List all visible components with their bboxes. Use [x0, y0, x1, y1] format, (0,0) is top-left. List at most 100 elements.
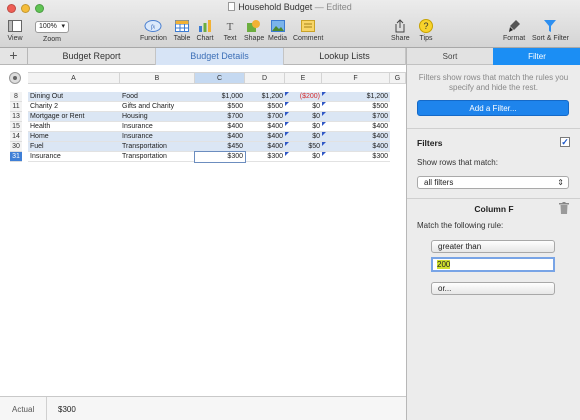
table-cell-b[interactable]: Insurance — [120, 122, 195, 132]
row-number[interactable]: 8 — [10, 92, 22, 102]
chart-label: Chart — [196, 35, 214, 42]
table-cell-b[interactable]: Housing — [120, 112, 195, 122]
table-cell-d[interactable]: $400 — [245, 122, 285, 132]
table-cell-a[interactable]: Mortgage or Rent — [28, 112, 120, 122]
table-row[interactable]: Insurance Transportation $300 $300 $0 $300 — [28, 151, 390, 163]
column-header-f[interactable]: F — [322, 72, 390, 84]
column-header-e[interactable]: E — [285, 72, 322, 84]
table-row[interactable]: Fuel Transportation $450 $400 $50 $400 — [28, 142, 390, 152]
cell-flag-icon — [285, 102, 289, 106]
tab-sort[interactable]: Sort — [407, 48, 493, 65]
chart-button[interactable]: Chart — [196, 18, 214, 42]
table-cell-e[interactable]: $0 — [285, 152, 322, 162]
table-cell-b[interactable]: Transportation — [120, 152, 195, 162]
table-cell-f[interactable]: $500 — [322, 102, 390, 112]
table-cell-f[interactable]: $700 — [322, 112, 390, 122]
tab-lookup-lists[interactable]: Lookup Lists — [284, 48, 406, 65]
column-header-c[interactable]: C — [195, 72, 245, 84]
table-cell-e[interactable]: $0 — [285, 102, 322, 112]
table-cell-d[interactable]: $700 — [245, 112, 285, 122]
table-cell-b[interactable]: Gifts and Charity — [120, 102, 195, 112]
shape-button[interactable]: Shape — [244, 18, 264, 42]
row-number[interactable]: 15 — [10, 122, 22, 132]
table-cell-a[interactable]: Insurance — [28, 152, 120, 162]
view-button[interactable]: View — [6, 18, 24, 42]
document-name: Household Budget — [238, 2, 313, 12]
table-cell-e[interactable]: ($200) — [285, 92, 322, 102]
trash-icon[interactable] — [559, 202, 569, 214]
add-filter-button[interactable]: Add a Filter... — [417, 100, 569, 116]
row-number[interactable]: 13 — [10, 112, 22, 122]
rule-value-field[interactable]: 200 — [431, 257, 555, 272]
zoom-label: Zoom — [43, 36, 61, 43]
table-cell-d[interactable]: $1,200 — [245, 92, 285, 102]
table-cell-e[interactable]: $50 — [285, 142, 322, 152]
table-cell-a[interactable]: Dining Out — [28, 92, 120, 102]
condition-select[interactable]: greater than — [431, 240, 555, 253]
select-table-handle[interactable] — [9, 72, 21, 84]
tab-budget-report[interactable]: Budget Report — [28, 48, 156, 65]
table-cell-f[interactable]: $1,200 — [322, 92, 390, 102]
table-row[interactable]: Charity 2 Gifts and Charity $500 $500 $0 $500 — [28, 102, 390, 112]
table-cell-a[interactable]: Fuel — [28, 142, 120, 152]
table-cell-d[interactable]: $500 — [245, 102, 285, 112]
table-cell-e[interactable]: $0 — [285, 122, 322, 132]
filter-description: Filters show rows that match the rules y… — [418, 73, 569, 92]
text-button[interactable]: T Text — [221, 18, 239, 42]
comment-button[interactable]: Comment — [293, 18, 323, 42]
tab-budget-details[interactable]: Budget Details — [156, 48, 284, 65]
cell-flag-icon — [322, 142, 326, 146]
filters-enabled-checkbox[interactable]: ✓ — [560, 137, 570, 147]
row-number[interactable]: 30 — [10, 142, 22, 152]
table-cell-f[interactable]: $400 — [322, 122, 390, 132]
table-cell-c[interactable]: $400 — [195, 132, 245, 142]
table-cell-f[interactable]: $400 — [322, 142, 390, 152]
zoom-control[interactable]: 100% Zoom — [35, 18, 69, 43]
table-cell-f[interactable]: $300 — [322, 152, 390, 162]
add-or-rule-button[interactable]: or... — [431, 282, 555, 295]
share-button[interactable]: Share — [391, 18, 410, 42]
column-header-a[interactable]: A — [28, 72, 120, 84]
sort-filter-button[interactable]: Sort & Filter — [532, 18, 569, 42]
table-cell-c[interactable]: $700 — [195, 112, 245, 122]
function-button[interactable]: fx Function — [140, 18, 167, 42]
column-header-d[interactable]: D — [245, 72, 285, 84]
row-number[interactable]: 14 — [10, 132, 22, 142]
table-cell-a[interactable]: Home — [28, 132, 120, 142]
chart-icon — [196, 18, 214, 34]
tips-label: Tips — [419, 35, 433, 42]
table-cell-c[interactable]: $300 — [194, 151, 246, 163]
show-rows-select[interactable]: all filters — [417, 176, 569, 189]
column-header-g[interactable]: G — [390, 72, 406, 84]
tab-filter[interactable]: Filter — [493, 48, 580, 65]
table-cell-b[interactable]: Transportation — [120, 142, 195, 152]
table-row[interactable]: Mortgage or Rent Housing $700 $700 $0 $700 — [28, 112, 390, 122]
table-cell-c[interactable]: $1,000 — [195, 92, 245, 102]
add-sheet-button[interactable]: + — [0, 48, 28, 65]
table-cell-e[interactable]: $0 — [285, 132, 322, 142]
table-cell-e[interactable]: $0 — [285, 112, 322, 122]
tips-button[interactable]: ? Tips — [417, 18, 435, 42]
table-cell-a[interactable]: Charity 2 — [28, 102, 120, 112]
media-button[interactable]: Media — [268, 18, 287, 42]
table-cell-c[interactable]: $450 — [195, 142, 245, 152]
table-cell-c[interactable]: $400 — [195, 122, 245, 132]
row-number[interactable]: 11 — [10, 102, 22, 112]
row-number[interactable]: 31 — [10, 152, 22, 162]
table-row[interactable]: Health Insurance $400 $400 $0 $400 — [28, 122, 390, 132]
table-cell-b[interactable]: Insurance — [120, 132, 195, 142]
table-cell-b[interactable]: Food — [120, 92, 195, 102]
format-button[interactable]: Format — [503, 18, 525, 42]
table-cell-c[interactable]: $500 — [195, 102, 245, 112]
table-row[interactable]: Home Insurance $400 $400 $0 $400 — [28, 132, 390, 142]
table-cell-d[interactable]: $400 — [245, 142, 285, 152]
table-cell-d[interactable]: $300 — [245, 152, 285, 162]
table-cell-a[interactable]: Health — [28, 122, 120, 132]
column-header-b[interactable]: B — [120, 72, 195, 84]
zoom-select[interactable]: 100% — [35, 21, 69, 33]
table-cell-f[interactable]: $400 — [322, 132, 390, 142]
text-label: Text — [223, 35, 237, 42]
table-row[interactable]: Dining Out Food $1,000 $1,200 ($200) $1,200 — [28, 92, 390, 102]
table-cell-d[interactable]: $400 — [245, 132, 285, 142]
table-button[interactable]: Table — [173, 18, 191, 42]
